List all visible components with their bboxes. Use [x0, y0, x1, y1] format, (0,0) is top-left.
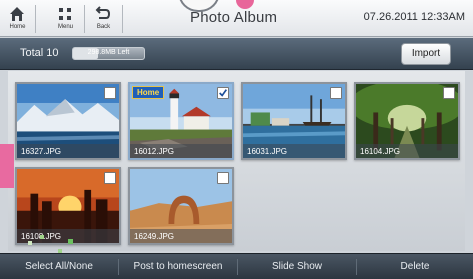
delete-button[interactable]: Delete [357, 254, 473, 279]
home-badge: Home [132, 86, 165, 99]
back-button[interactable]: Back [88, 0, 119, 37]
side-tab-overlay [0, 144, 14, 188]
home-icon [10, 7, 24, 21]
photo-thumbnail[interactable]: 16104.JPG [354, 82, 460, 160]
home-label: Home [9, 24, 26, 30]
photo-checkbox[interactable] [104, 87, 116, 99]
post-to-homescreen-button[interactable]: Post to homescreen [119, 254, 237, 279]
total-count: Total 10 [20, 47, 59, 59]
album-toolbar: Total 10 298.8MB Left Import [0, 38, 473, 70]
photo-checkbox[interactable] [217, 172, 229, 184]
select-all-button[interactable]: Select All/None [0, 254, 118, 279]
import-button[interactable]: Import [401, 43, 451, 65]
grid-menu-icon [59, 8, 71, 20]
storage-meter: 298.8MB Left [72, 47, 145, 60]
home-button[interactable]: Home [2, 0, 33, 37]
checkmark-icon [219, 89, 228, 97]
photo-checkbox[interactable] [443, 87, 455, 99]
photo-filename: 16249.JPG [134, 232, 175, 241]
menu-label: Menu [57, 24, 73, 30]
heart-overlay [236, 0, 254, 9]
photo-filename: 16104.JPG [360, 147, 401, 156]
photo-filename: 16327.JPG [21, 147, 62, 156]
divider [35, 5, 36, 33]
date-time: 07.26.2011 12:33AM [363, 11, 465, 23]
photo-checkbox[interactable] [330, 87, 342, 99]
photo-thumbnail[interactable]: 16249.JPG [128, 167, 234, 245]
action-bar: Select All/None Post to homescreen Slide… [0, 253, 473, 279]
top-bar: Home Menu Back Photo Album 07.26.2011 12… [0, 0, 473, 37]
divider [122, 5, 123, 33]
menu-button[interactable]: Menu [50, 0, 81, 37]
photo-filename: 16031.JPG [247, 147, 288, 156]
photo-thumbnail[interactable]: 16327.JPG [15, 82, 121, 160]
photo-checkbox[interactable] [217, 87, 229, 99]
photo-thumbnail[interactable]: 16031.JPG [241, 82, 347, 160]
back-arrow-icon [95, 6, 111, 19]
slideshow-button[interactable]: Slide Show [238, 254, 356, 279]
photo-thumbnail[interactable]: 16012.JPG Home [128, 82, 234, 160]
storage-text: 298.8MB Left [87, 49, 130, 56]
photo-filename: 16012.JPG [134, 147, 175, 156]
divider [84, 5, 85, 33]
back-label: Back [96, 24, 111, 30]
photo-grid: 16327.JPG 16012.JPG Home 16031.JPG 16104… [8, 71, 465, 251]
photo-checkbox[interactable] [104, 172, 116, 184]
